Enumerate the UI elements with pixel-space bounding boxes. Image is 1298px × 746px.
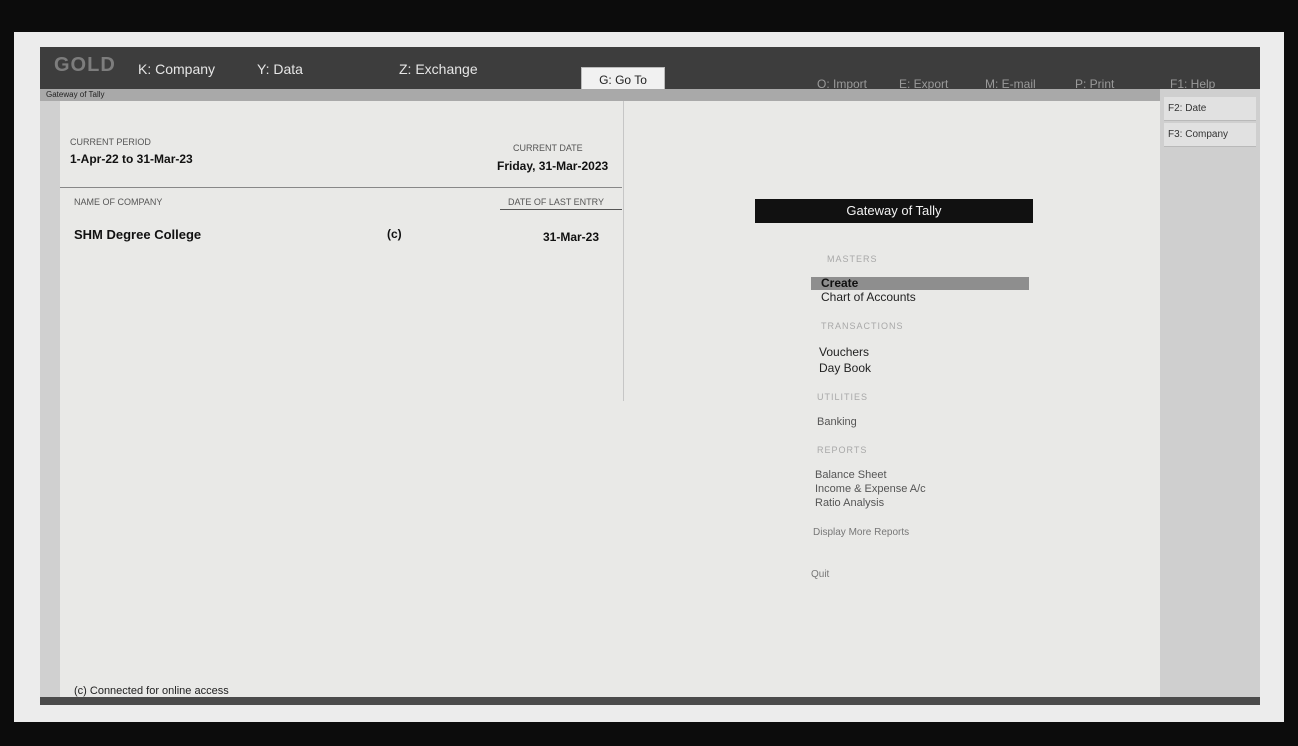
- monitor-frame: GOLD K: Company Y: Data Z: Exchange G: G…: [14, 32, 1284, 722]
- menu-item-create[interactable]: Create: [811, 276, 1029, 290]
- tally-window: GOLD K: Company Y: Data Z: Exchange G: G…: [40, 47, 1260, 705]
- menu-item-balance-sheet[interactable]: Balance Sheet: [815, 469, 887, 481]
- top-menu-bar: GOLD K: Company Y: Data Z: Exchange G: G…: [40, 47, 1260, 93]
- menu-item-quit[interactable]: Quit: [811, 569, 829, 580]
- app-logo: GOLD: [54, 54, 116, 76]
- menu-item-more-reports[interactable]: Display More Reports: [813, 527, 909, 538]
- current-date-label: CURRENT DATE: [513, 143, 583, 153]
- current-period-label: CURRENT PERIOD: [70, 137, 151, 147]
- panel-separator: [623, 101, 624, 401]
- breadcrumb-bar: Gateway of Tally: [40, 89, 1160, 101]
- menu-data[interactable]: Y: Data: [257, 61, 303, 77]
- menu-item-vouchers[interactable]: Vouchers: [819, 345, 869, 359]
- company-flag: (c): [387, 227, 402, 241]
- last-entry-date: 31-Mar-23: [543, 230, 600, 244]
- gateway-title: Gateway of Tally: [755, 199, 1033, 223]
- header-underline: [500, 209, 622, 210]
- divider: [60, 187, 622, 188]
- status-bar: [40, 697, 1260, 705]
- company-column-header: NAME OF COMPANY: [74, 197, 163, 207]
- left-edge: [40, 101, 60, 697]
- menu-item-day-book[interactable]: Day Book: [819, 361, 871, 375]
- f3-company-button[interactable]: F3: Company: [1164, 123, 1256, 147]
- gateway-menu: Gateway of Tally MASTERS Create Chart of…: [755, 199, 1033, 580]
- menu-item-create-label: Create: [821, 276, 859, 290]
- menu-item-banking[interactable]: Banking: [817, 416, 857, 428]
- section-masters: MASTERS: [827, 254, 878, 264]
- menu-item-ratio-analysis[interactable]: Ratio Analysis: [815, 497, 884, 509]
- f2-date-button[interactable]: F2: Date: [1164, 97, 1256, 121]
- menu-exchange[interactable]: Z: Exchange: [399, 61, 478, 77]
- company-name[interactable]: SHM Degree College: [74, 227, 201, 242]
- breadcrumb: Gateway of Tally: [46, 90, 105, 99]
- menu-item-income-expense[interactable]: Income & Expense A/c: [815, 483, 926, 495]
- function-key-panel: F2: Date F3: Company: [1160, 89, 1260, 705]
- menu-item-chart-of-accounts[interactable]: Chart of Accounts: [821, 290, 916, 304]
- last-entry-column-header: DATE OF LAST ENTRY: [508, 197, 605, 207]
- status-text: (c) Connected for online access: [74, 685, 229, 697]
- section-utilities: UTILITIES: [817, 392, 869, 402]
- current-period-value: 1-Apr-22 to 31-Mar-23: [70, 152, 193, 166]
- section-transactions: TRANSACTIONS: [821, 321, 904, 331]
- section-reports: REPORTS: [817, 445, 868, 455]
- menu-company[interactable]: K: Company: [138, 61, 215, 77]
- current-date-value: Friday, 31-Mar-2023: [497, 159, 609, 173]
